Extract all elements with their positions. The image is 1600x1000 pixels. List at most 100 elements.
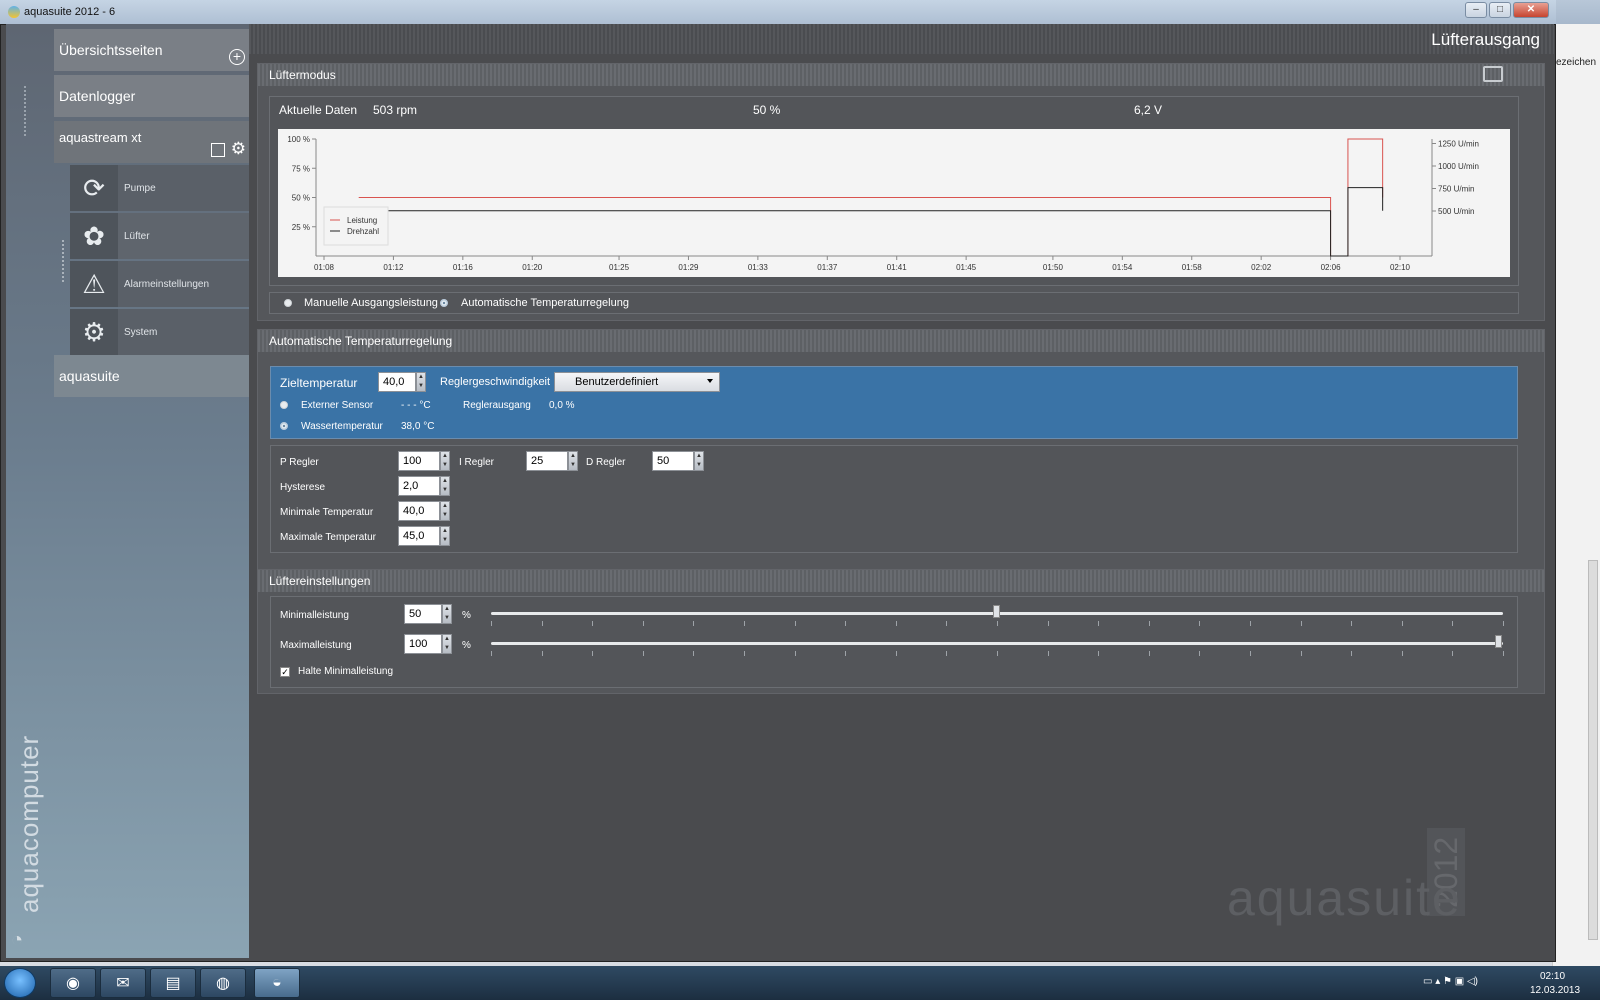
clock-date[interactable]: 12.03.2013 xyxy=(1530,985,1580,996)
slider-tick xyxy=(1300,651,1302,656)
slider-tick xyxy=(491,651,492,656)
mail-icon: ✉ xyxy=(116,975,130,992)
d-stepper[interactable]: ▲ ▼ xyxy=(694,451,704,471)
sidebar-item-label: aquastream xt xyxy=(59,130,142,145)
slider-tick xyxy=(1199,651,1201,656)
max-power-stepper[interactable]: ▲ ▼ xyxy=(442,634,452,654)
start-button[interactable] xyxy=(4,968,36,998)
sidebar-item-fan[interactable]: ✿ Lüfter xyxy=(70,213,249,259)
p-stepper[interactable]: ▲ ▼ xyxy=(440,451,450,471)
browser-scrollbar[interactable] xyxy=(1588,560,1598,940)
d-input[interactable]: 50 xyxy=(652,451,694,471)
add-icon[interactable]: + xyxy=(229,49,245,65)
gear-icon: ⚙ xyxy=(70,309,118,355)
x-tick-label: 01:41 xyxy=(887,263,908,272)
radio-external-sensor[interactable] xyxy=(280,401,288,409)
slider-tick xyxy=(794,621,796,626)
speed-select[interactable]: Benutzerdefiniert xyxy=(554,372,720,392)
max-power-slider[interactable] xyxy=(491,642,1503,645)
min-power-unit: % xyxy=(462,610,471,621)
water-temp-value: 38,0 °C xyxy=(401,421,435,432)
clock-time[interactable]: 02:10 xyxy=(1540,971,1565,982)
save-icon[interactable] xyxy=(211,143,225,157)
external-sensor-label: Externer Sensor xyxy=(301,400,374,411)
radio-manual-label: Manuelle Ausgangsleistung xyxy=(304,297,438,309)
slider-tick xyxy=(1047,651,1049,656)
slider-tick xyxy=(1148,621,1150,626)
section-header: Automatische Temperaturregelung xyxy=(258,330,1544,352)
fan-chart: 01:08 01:12 01:16 01:20 01:25 01:29 01:33 01:37… xyxy=(287,135,1479,272)
min-power-stepper[interactable]: ▲ ▼ xyxy=(442,604,452,624)
max-power-input[interactable]: 100 xyxy=(404,634,442,654)
min-power-input[interactable]: 50 xyxy=(404,604,442,624)
y-left-tick-label: 75 % xyxy=(292,164,310,173)
app-icon xyxy=(8,6,20,18)
minimize-button[interactable]: – xyxy=(1465,2,1487,18)
alarm-icon: ⚠ xyxy=(70,261,118,307)
radio-auto[interactable] xyxy=(440,299,448,307)
watermark-logo: aquasuite xyxy=(1227,870,1462,926)
i-stepper[interactable]: ▲ ▼ xyxy=(568,451,578,471)
i-input[interactable]: 25 xyxy=(526,451,568,471)
slider-tick xyxy=(895,621,897,626)
x-tick-label: 01:50 xyxy=(1043,263,1064,272)
sidebar-item-system[interactable]: ⚙ System xyxy=(70,309,249,355)
external-sensor-value: - - - °C xyxy=(401,400,431,411)
window-titlebar: aquasuite 2012 - 6 – □ ✕ xyxy=(0,0,1556,24)
max-power-slider-thumb[interactable] xyxy=(1495,635,1502,648)
hysteresis-input[interactable]: 2,0 xyxy=(398,476,440,496)
y-left-tick-label: 25 % xyxy=(292,223,310,232)
i-label: I Regler xyxy=(459,457,495,468)
sidebar-item-overview[interactable]: Übersichtsseiten + xyxy=(54,29,249,71)
slider-tick xyxy=(1452,651,1454,656)
hold-min-checkbox[interactable]: ✓ xyxy=(280,667,290,677)
max-temp-input[interactable]: 45,0 xyxy=(398,526,440,546)
taskbar-mail[interactable]: ✉ xyxy=(100,968,146,998)
window-icon[interactable] xyxy=(1483,66,1503,82)
tray-icons[interactable]: ▭ ▴ ⚑ ▣ ◁) xyxy=(1423,976,1478,987)
taskbar: ◉ ✉ ▤ ◍ ◒ ▭ ▴ ⚑ ▣ ◁) 02:10 12.03.2013 xyxy=(0,966,1600,1000)
brand-logo: aquacomputer xyxy=(14,734,44,913)
sidebar-item-logger[interactable]: Datenlogger xyxy=(54,75,249,117)
sidebar-item-aquasuite[interactable]: aquasuite xyxy=(54,355,249,397)
section-header: Lüftermodus xyxy=(258,64,1544,86)
slider-tick xyxy=(1351,651,1353,656)
sidebar-item-device[interactable]: aquastream xt ⚙ xyxy=(54,121,249,163)
min-temp-input[interactable]: 40,0 xyxy=(398,501,440,521)
slider-tick xyxy=(1300,621,1302,626)
slider-tick xyxy=(642,621,644,626)
taskbar-explorer[interactable]: ▤ xyxy=(150,968,196,998)
y-right-tick-label: 500 U/min xyxy=(1438,207,1474,216)
pid-panel: P Regler 100 ▲ ▼ I Regler 25 ▲ ▼ D Regler … xyxy=(270,445,1518,553)
sidebar-item-label: Alarmeinstellungen xyxy=(124,278,210,290)
sidebar-item-alarm[interactable]: ⚠ Alarmeinstellungen xyxy=(70,261,249,307)
gear-icon[interactable]: ⚙ xyxy=(231,139,246,159)
radio-water-temp[interactable] xyxy=(280,422,288,430)
sidebar-collapse-handle[interactable] xyxy=(24,86,44,136)
slider-tick xyxy=(1250,651,1251,656)
rpm-value: 503 rpm xyxy=(373,103,418,117)
max-temp-stepper[interactable]: ▲ ▼ xyxy=(440,526,450,546)
rss-icon[interactable]: ◔ xyxy=(11,929,33,951)
slider-tick xyxy=(1250,621,1251,626)
sidebar-item-pump[interactable]: ⟳ Pumpe xyxy=(70,165,249,211)
close-button[interactable]: ✕ xyxy=(1513,2,1549,18)
p-label: P Regler xyxy=(280,457,319,468)
taskbar-firefox[interactable]: ◉ xyxy=(50,968,96,998)
folder-icon: ▤ xyxy=(165,975,181,992)
slider-tick xyxy=(541,621,543,626)
target-input[interactable]: 40,0 xyxy=(378,372,416,392)
min-temp-stepper[interactable]: ▲ ▼ xyxy=(440,501,450,521)
x-tick-label: 01:54 xyxy=(1112,263,1133,272)
hysteresis-stepper[interactable]: ▲ ▼ xyxy=(440,476,450,496)
radio-manual[interactable] xyxy=(284,299,292,307)
fan-icon: ✿ xyxy=(70,213,118,259)
target-stepper[interactable]: ▲ ▼ xyxy=(416,372,426,392)
x-tick-label: 02:02 xyxy=(1251,263,1272,272)
p-input[interactable]: 100 xyxy=(398,451,440,471)
taskbar-chrome[interactable]: ◍ xyxy=(200,968,246,998)
maximize-button[interactable]: □ xyxy=(1489,2,1511,18)
min-power-slider-thumb[interactable] xyxy=(993,605,1000,618)
taskbar-aquasuite[interactable]: ◒ xyxy=(254,968,300,998)
target-label: Zieltemperatur xyxy=(280,376,358,390)
